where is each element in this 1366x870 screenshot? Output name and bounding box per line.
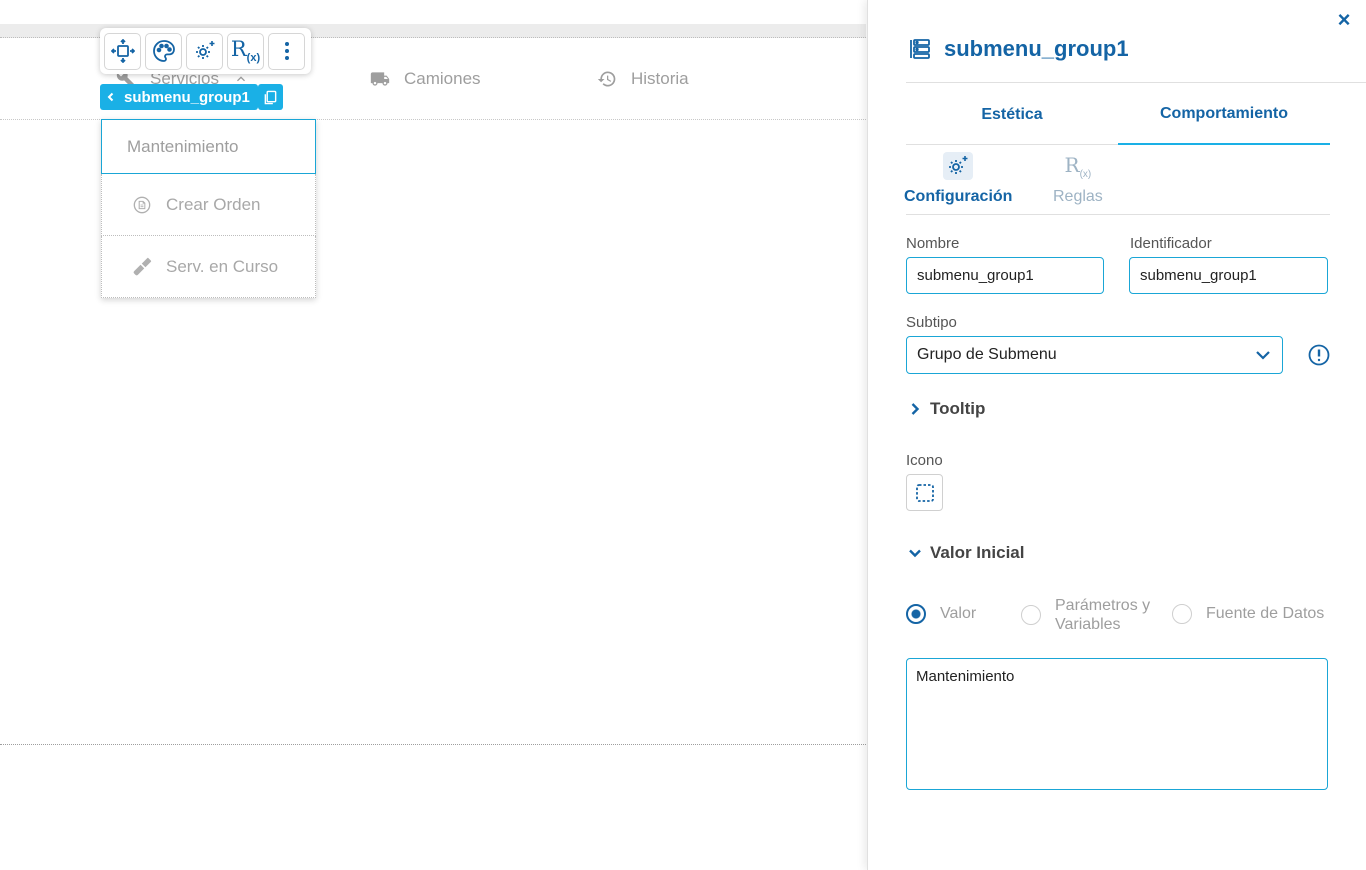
icono-label: Icono xyxy=(906,452,943,469)
valor-inicial-value: Mantenimiento xyxy=(916,668,1015,685)
identificador-input[interactable]: submenu_group1 xyxy=(1129,257,1328,294)
close-panel-button[interactable]: × xyxy=(1334,9,1354,31)
chevron-left-icon xyxy=(107,92,114,102)
copy-button[interactable] xyxy=(258,84,283,110)
nombre-value: submenu_group1 xyxy=(917,267,1034,284)
radio-fuente-de-datos[interactable]: Fuente de Datos xyxy=(1172,604,1324,624)
wrench-icon xyxy=(133,257,152,275)
valor-inicial-textarea[interactable]: Mantenimiento xyxy=(906,658,1328,790)
radio-label: Parámetros y Variables xyxy=(1055,596,1150,634)
radio-label-line1: Parámetros y xyxy=(1055,597,1151,614)
tooltip-section-toggle[interactable]: Tooltip xyxy=(908,399,985,419)
gear-sparkle-icon xyxy=(943,152,974,180)
identificador-label: Identificador xyxy=(1130,235,1212,252)
subtab-label: Reglas xyxy=(1053,188,1103,205)
subtab-configuracion[interactable]: Configuración xyxy=(904,152,1012,206)
menu-item-label: Camiones xyxy=(404,69,481,88)
component-toolbar: R(x) xyxy=(100,28,311,74)
submenu-item-label: Crear Orden xyxy=(166,194,261,214)
formula-icon: R(x) xyxy=(1064,152,1092,180)
move-icon xyxy=(110,39,135,63)
title-divider xyxy=(906,82,1366,83)
submenu-group-icon xyxy=(910,39,930,59)
subtab-label: Configuración xyxy=(904,188,1013,205)
radio-label: Fuente de Datos xyxy=(1206,605,1325,622)
submenu-item-label: Serv. en Curso xyxy=(166,256,279,276)
document-icon xyxy=(133,196,151,213)
radio-circle xyxy=(1021,605,1041,625)
radio-circle xyxy=(906,604,926,624)
radio-valor[interactable]: Valor xyxy=(906,604,976,624)
icon-picker-button[interactable] xyxy=(906,474,943,511)
tab-estetica[interactable]: Estética xyxy=(906,85,1118,145)
tab-comportamiento[interactable]: Comportamiento xyxy=(1118,85,1330,145)
valor-inicial-section-toggle[interactable]: Valor Inicial xyxy=(908,543,1025,563)
chevron-down-icon xyxy=(909,549,921,558)
settings-button[interactable] xyxy=(186,32,223,70)
chevron-down-icon xyxy=(1256,351,1270,360)
info-icon[interactable] xyxy=(1308,344,1330,366)
submenu-header-label: Mantenimiento xyxy=(127,136,239,156)
submenu-item-crear-orden[interactable]: Crear Orden xyxy=(101,174,316,236)
tab-label: Estética xyxy=(981,105,1043,123)
selected-component-tag[interactable]: submenu_group1 xyxy=(100,84,258,110)
empty-icon-placeholder-icon xyxy=(915,483,934,502)
submenu-header[interactable]: Mantenimiento xyxy=(101,119,316,174)
truck-icon xyxy=(370,72,390,86)
palette-icon xyxy=(152,40,175,62)
panel-title-text: submenu_group1 xyxy=(944,36,1129,61)
nombre-label: Nombre xyxy=(906,235,960,252)
panel-tabs: Estética Comportamiento xyxy=(906,85,1330,145)
more-vertical-icon xyxy=(284,42,289,60)
history-icon xyxy=(597,71,616,87)
section-title: Valor Inicial xyxy=(930,543,1025,562)
properties-panel: × submenu_group1 Estética Comportamiento… xyxy=(867,0,1366,870)
radio-label-line2: Variables xyxy=(1055,616,1121,633)
rules-button[interactable]: R(x) xyxy=(227,32,264,70)
copy-icon xyxy=(264,90,277,104)
menu-item-camiones[interactable]: Camiones xyxy=(370,66,481,92)
submenu-dropdown: Mantenimiento Crear Orden Serv. en Curso xyxy=(101,119,316,298)
design-canvas[interactable]: Servicios Camiones Historia R(x) submenu… xyxy=(0,0,866,870)
gear-sparkle-icon xyxy=(195,41,214,59)
subtipo-label: Subtipo xyxy=(906,314,957,331)
tab-label: Comportamiento xyxy=(1160,105,1288,122)
move-button[interactable] xyxy=(104,32,141,70)
panel-subtabs: Configuración R(x) Reglas xyxy=(904,146,1330,215)
canvas-section-divider xyxy=(0,744,866,745)
subtipo-value: Grupo de Submenu xyxy=(917,346,1057,363)
menu-item-historia[interactable]: Historia xyxy=(597,66,689,92)
radio-circle xyxy=(1172,604,1192,624)
submenu-item-serv-en-curso[interactable]: Serv. en Curso xyxy=(101,236,316,298)
menu-item-label: Historia xyxy=(631,69,689,88)
subtab-reglas[interactable]: R(x) Reglas xyxy=(1053,152,1103,206)
section-title: Tooltip xyxy=(930,399,986,418)
radio-label: Valor xyxy=(940,605,977,622)
formula-icon: R(x) xyxy=(230,37,261,65)
style-button[interactable] xyxy=(145,32,182,70)
nombre-input[interactable]: submenu_group1 xyxy=(906,257,1104,294)
chevron-right-icon xyxy=(911,403,920,415)
radio-parametros-variables[interactable]: Parámetros y Variables xyxy=(1021,596,1150,634)
identificador-value: submenu_group1 xyxy=(1140,267,1257,284)
valor-inicial-radio-group: Valor Parámetros y Variables Fuente de D… xyxy=(906,596,1330,636)
selected-component-name: submenu_group1 xyxy=(124,88,250,106)
panel-title: submenu_group1 xyxy=(908,36,1129,62)
subtipo-select[interactable]: Grupo de Submenu xyxy=(906,336,1283,374)
more-options-button[interactable] xyxy=(268,32,305,70)
